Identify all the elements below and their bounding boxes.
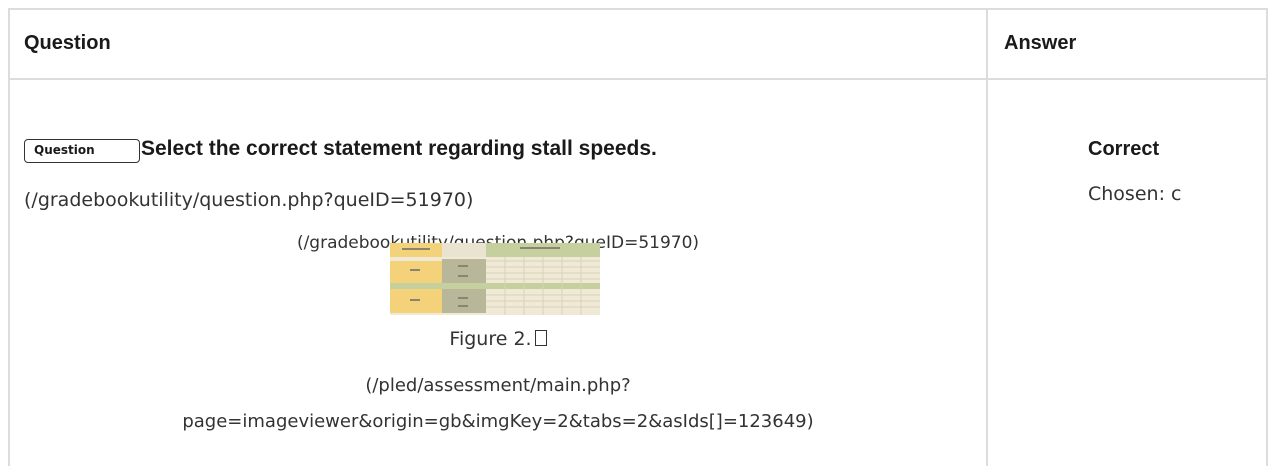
figure-box-glyph [534,330,547,346]
table-header-row: Question Answer [10,10,1266,80]
figure-caption-text: Figure 2. [449,328,532,350]
answer-chosen: Chosen: c [1088,183,1182,205]
figure-caption: Figure 2. [10,328,986,350]
image-viewer-link[interactable]: (/pled/assessment/main.php? page=imagevie… [10,368,986,440]
question-link[interactable]: (/gradebookutility/question.php?queID=51… [24,189,473,211]
question-badge: Question [24,139,140,163]
image-viewer-link-line1: (/pled/assessment/main.php? [365,375,631,396]
column-header-answer: Answer [1004,32,1077,54]
gradebook-table: Question Answer Select the correct state… [8,8,1268,466]
column-header-question: Question [24,32,111,54]
column-divider [986,10,988,466]
answer-status: Correct [1088,138,1160,160]
question-text: Select the correct statement regarding s… [141,137,657,160]
figure-thumbnail-image [390,243,600,315]
figure-thumbnail[interactable] [390,243,600,315]
image-viewer-link-line2: page=imageviewer&origin=gb&imgKey=2&tabs… [182,411,814,432]
